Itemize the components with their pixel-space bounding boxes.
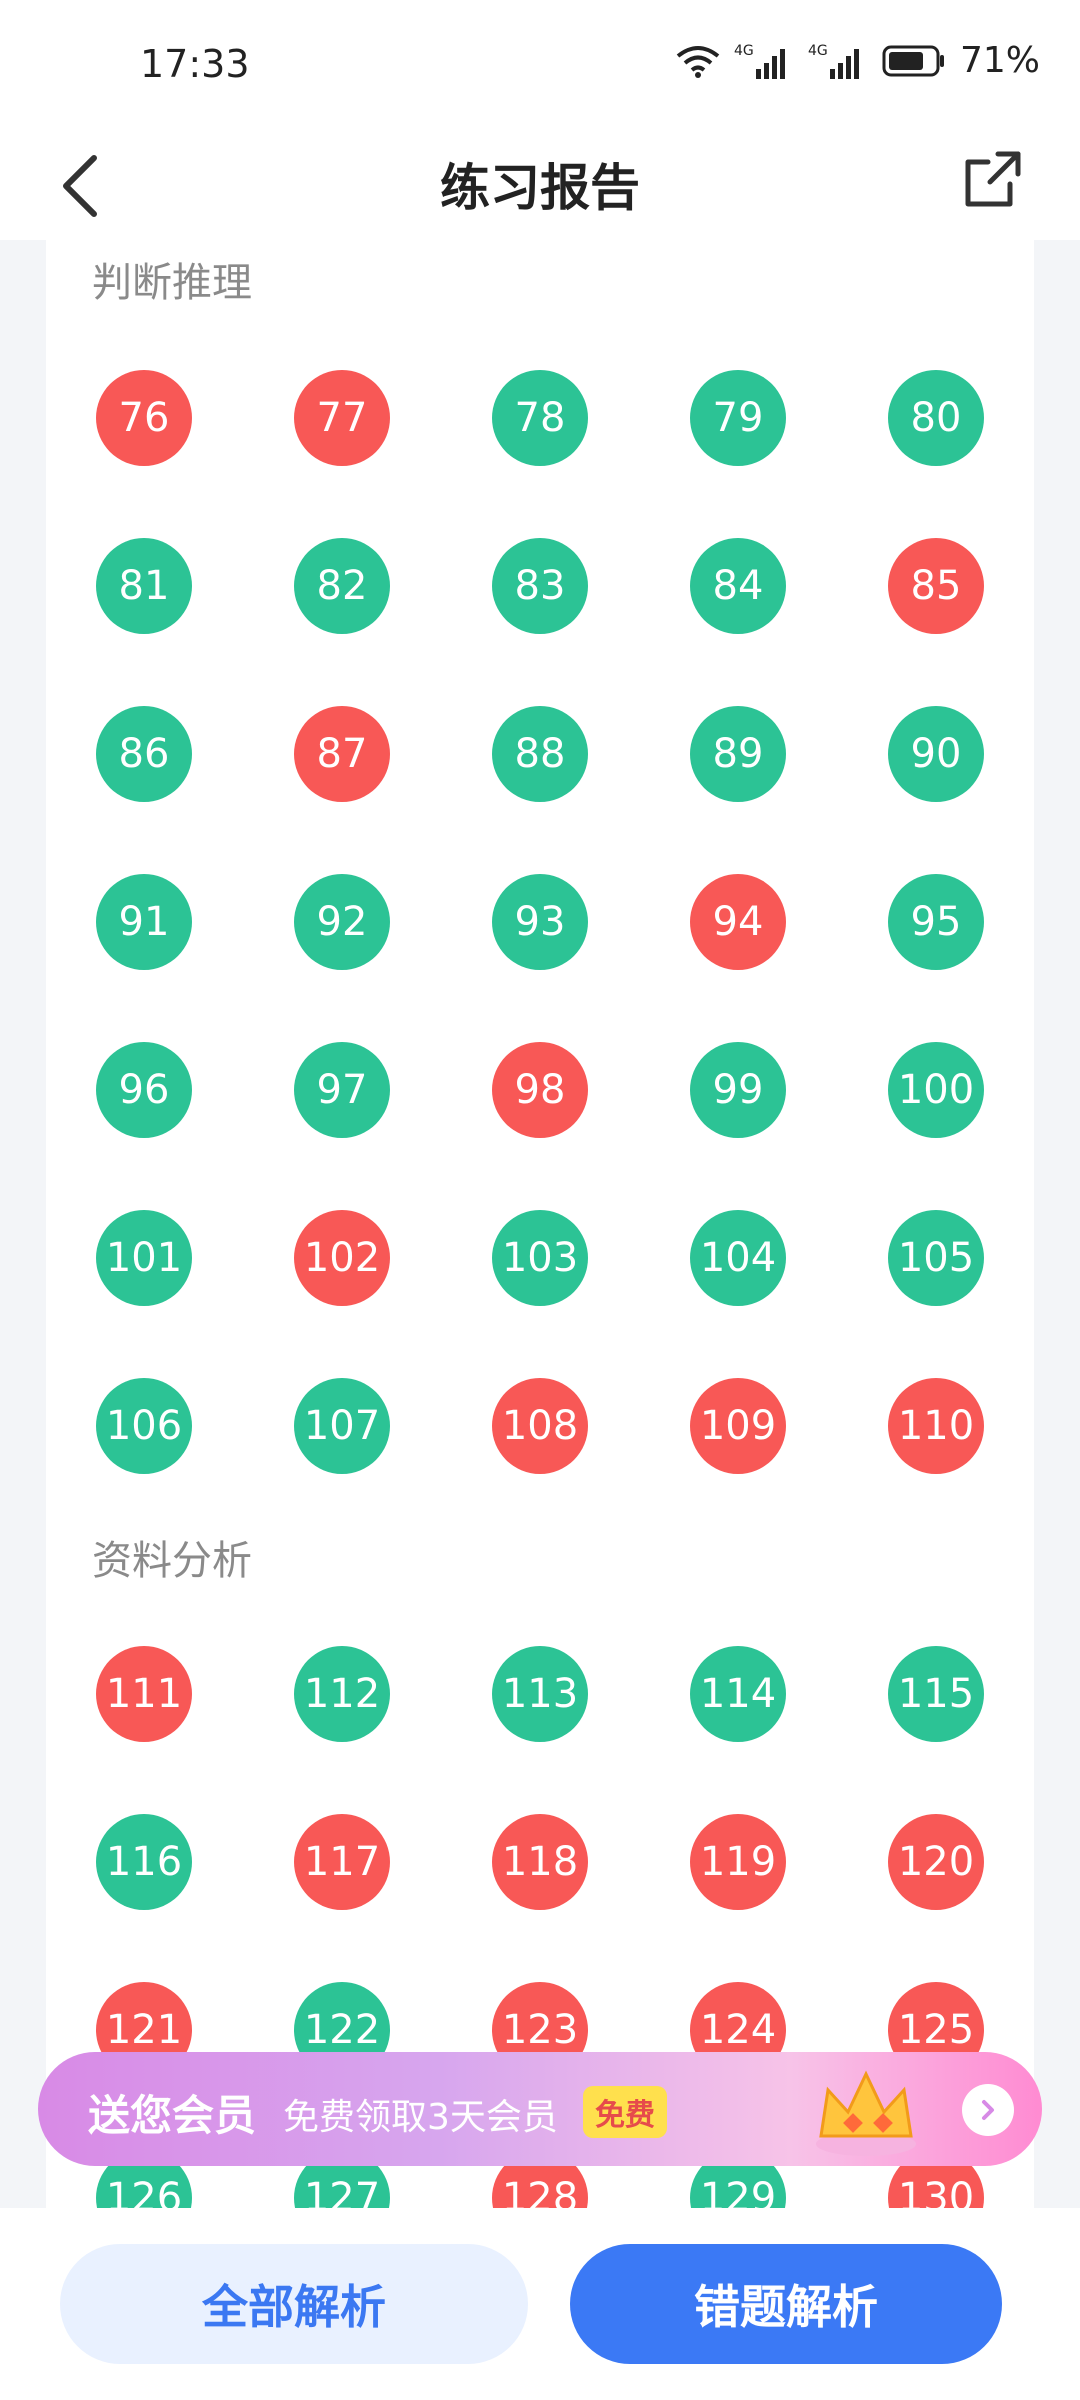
question-bubble-84[interactable]: 84 <box>690 538 786 634</box>
share-icon[interactable] <box>958 144 1028 214</box>
question-bubble-115[interactable]: 115 <box>888 1646 984 1742</box>
nav-bar: 练习报告 <box>0 130 1080 240</box>
promo-arrow-button[interactable] <box>962 2084 1014 2136</box>
section-title-data-analysis: 资料分析 <box>92 1538 252 1584</box>
answer-card: 判断推理 资料分析 76 77 78 79 80 81 82 83 84 85 86 87 88 89 90… <box>46 240 1034 2210</box>
question-bubble-109[interactable]: 109 <box>690 1378 786 1474</box>
question-bubble-96[interactable]: 96 <box>96 1042 192 1138</box>
question-bubble-103[interactable]: 103 <box>492 1210 588 1306</box>
battery-percentage: 71% <box>959 40 1040 81</box>
question-bubble-98[interactable]: 98 <box>492 1042 588 1138</box>
question-bubble-107[interactable]: 107 <box>294 1378 390 1474</box>
question-bubble-87[interactable]: 87 <box>294 706 390 802</box>
status-bar: 17:33 4G 4G 71% <box>0 0 1080 130</box>
question-bubble-95[interactable]: 95 <box>888 874 984 970</box>
question-bubble-94[interactable]: 94 <box>690 874 786 970</box>
question-bubble-112[interactable]: 112 <box>294 1646 390 1742</box>
bottom-action-bar: 全部解析 错题解析 <box>0 2208 1080 2400</box>
battery-icon <box>882 45 944 76</box>
question-bubble-110[interactable]: 110 <box>888 1378 984 1474</box>
all-analysis-button[interactable]: 全部解析 <box>60 2244 528 2364</box>
question-bubble-92[interactable]: 92 <box>294 874 390 970</box>
question-bubble-83[interactable]: 83 <box>492 538 588 634</box>
cell-signal-icon: 4G <box>734 43 785 79</box>
question-bubble-89[interactable]: 89 <box>690 706 786 802</box>
status-icons: 4G 4G 71% <box>676 40 1040 81</box>
question-bubble-114[interactable]: 114 <box>690 1646 786 1742</box>
question-bubble-78[interactable]: 78 <box>492 370 588 466</box>
question-bubble-79[interactable]: 79 <box>690 370 786 466</box>
question-bubble-91[interactable]: 91 <box>96 874 192 970</box>
wifi-icon <box>676 45 720 78</box>
question-bubble-101[interactable]: 101 <box>96 1210 192 1306</box>
question-bubble-86[interactable]: 86 <box>96 706 192 802</box>
question-bubble-104[interactable]: 104 <box>690 1210 786 1306</box>
network-type-1: 4G <box>734 43 754 59</box>
question-bubble-82[interactable]: 82 <box>294 538 390 634</box>
question-bubble-97[interactable]: 97 <box>294 1042 390 1138</box>
question-bubble-93[interactable]: 93 <box>492 874 588 970</box>
status-time: 17:33 <box>140 42 250 86</box>
question-bubble-106[interactable]: 106 <box>96 1378 192 1474</box>
question-bubble-90[interactable]: 90 <box>888 706 984 802</box>
question-bubble-120[interactable]: 120 <box>888 1814 984 1910</box>
question-bubble-77[interactable]: 77 <box>294 370 390 466</box>
promo-title: 送您会员 <box>88 2091 257 2140</box>
promo-subtitle: 免费领取3天会员 <box>283 2097 558 2138</box>
question-bubble-102[interactable]: 102 <box>294 1210 390 1306</box>
question-bubble-111[interactable]: 111 <box>96 1646 192 1742</box>
page-title: 练习报告 <box>440 159 640 217</box>
question-bubble-119[interactable]: 119 <box>690 1814 786 1910</box>
question-bubble-105[interactable]: 105 <box>888 1210 984 1306</box>
chevron-right-icon <box>982 2100 994 2120</box>
question-bubble-118[interactable]: 118 <box>492 1814 588 1910</box>
network-type-2: 4G <box>808 43 828 59</box>
question-bubble-116[interactable]: 116 <box>96 1814 192 1910</box>
crown-icon <box>816 2070 916 2156</box>
question-bubble-99[interactable]: 99 <box>690 1042 786 1138</box>
question-bubble-76[interactable]: 76 <box>96 370 192 466</box>
question-bubble-80[interactable]: 80 <box>888 370 984 466</box>
section-title-reasoning: 判断推理 <box>92 260 252 306</box>
wrong-analysis-button[interactable]: 错题解析 <box>570 2244 1002 2364</box>
question-bubble-113[interactable]: 113 <box>492 1646 588 1742</box>
promo-free-badge: 免费 <box>583 2086 667 2138</box>
membership-promo-banner[interactable]: 送您会员 免费领取3天会员 免费 <box>38 2052 1042 2166</box>
question-bubble-85[interactable]: 85 <box>888 538 984 634</box>
question-bubble-108[interactable]: 108 <box>492 1378 588 1474</box>
cell-signal-icon-2: 4G <box>808 43 859 79</box>
question-bubble-117[interactable]: 117 <box>294 1814 390 1910</box>
question-bubble-100[interactable]: 100 <box>888 1042 984 1138</box>
question-bubble-88[interactable]: 88 <box>492 706 588 802</box>
question-bubble-81[interactable]: 81 <box>96 538 192 634</box>
